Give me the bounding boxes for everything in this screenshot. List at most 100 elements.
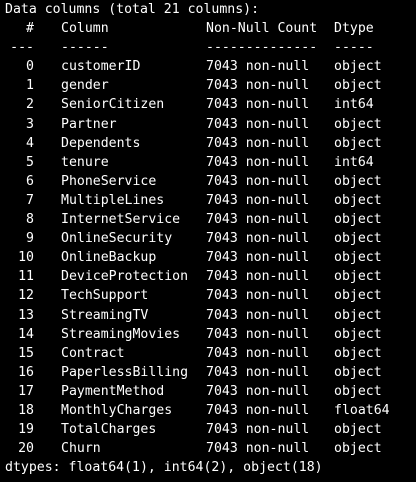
row-non-null-count: 7043 non-null [206, 231, 310, 247]
row-column-name: DeviceProtection [61, 269, 189, 285]
row-dtype: object [334, 212, 382, 228]
table-row: 17 PaymentMethod 7043 non-null object [5, 382, 416, 401]
table-row: 14 StreamingMovies 7043 non-null object [5, 325, 416, 344]
table-row: 13 StreamingTV 7043 non-null object [5, 306, 416, 325]
table-row: 2 SeniorCitizen 7043 non-null int64 [5, 95, 416, 114]
row-non-null-count: 7043 non-null [206, 326, 310, 342]
table-row: 16 PaperlessBilling 7043 non-null object [5, 363, 416, 382]
table-row: 9 OnlineSecurity 7043 non-null object [5, 229, 416, 248]
separator-non-null-count: -------------- [206, 40, 318, 56]
header-index: # [26, 21, 34, 37]
row-index: 1 [26, 78, 34, 94]
row-index: 10 [18, 250, 34, 266]
separator-dtype: ----- [334, 40, 374, 56]
table-separator-row: --- ------ -------------- ----- [5, 38, 416, 57]
row-index: 5 [26, 154, 34, 170]
row-dtype: object [334, 231, 382, 247]
row-index: 7 [26, 192, 34, 208]
row-non-null-count: 7043 non-null [206, 135, 310, 151]
row-non-null-count: 7043 non-null [206, 288, 310, 304]
header-column: Column [61, 21, 109, 37]
row-column-name: StreamingTV [61, 307, 149, 323]
row-column-name: OnlineSecurity [61, 231, 173, 247]
row-dtype: int64 [334, 97, 374, 113]
row-column-name: PhoneService [61, 173, 157, 189]
row-column-name: SeniorCitizen [61, 97, 165, 113]
row-non-null-count: 7043 non-null [206, 383, 310, 399]
table-row: 11 DeviceProtection 7043 non-null object [5, 267, 416, 286]
row-non-null-count: 7043 non-null [206, 269, 310, 285]
row-column-name: Partner [61, 116, 117, 132]
row-non-null-count: 7043 non-null [206, 345, 310, 361]
row-non-null-count: 7043 non-null [206, 250, 310, 266]
row-column-name: PaperlessBilling [61, 364, 189, 380]
row-dtype: object [334, 422, 382, 438]
row-index: 3 [26, 116, 34, 132]
row-non-null-count: 7043 non-null [206, 116, 310, 132]
terminal-output: Data columns (total 21 columns): # Colum… [0, 0, 416, 482]
row-dtype: object [334, 345, 382, 361]
row-index: 20 [18, 441, 34, 457]
row-dtype: object [334, 59, 382, 75]
row-non-null-count: 7043 non-null [206, 402, 310, 418]
row-dtype: object [334, 307, 382, 323]
table-header-row: # Column Non-Null Count Dtype [5, 19, 416, 38]
row-index: 6 [26, 173, 34, 189]
row-dtype: float64 [334, 402, 390, 418]
row-non-null-count: 7043 non-null [206, 173, 310, 189]
header-dtype: Dtype [334, 21, 374, 37]
dtypes-summary: dtypes: float64(1), int64(2), object(18) [5, 460, 323, 476]
table-row: 3 Partner 7043 non-null object [5, 115, 416, 134]
header-non-null-count: Non-Null Count [206, 21, 318, 37]
row-column-name: tenure [61, 154, 109, 170]
table-row: 6 PhoneService 7043 non-null object [5, 172, 416, 191]
row-dtype: object [334, 326, 382, 342]
table-row: 4 Dependents 7043 non-null object [5, 134, 416, 153]
columns-summary: Data columns (total 21 columns): [5, 2, 260, 17]
row-non-null-count: 7043 non-null [206, 441, 310, 457]
row-dtype: int64 [334, 154, 374, 170]
row-index: 16 [18, 364, 34, 380]
table-row: 10 OnlineBackup 7043 non-null object [5, 248, 416, 267]
row-dtype: object [334, 192, 382, 208]
row-dtype: object [334, 441, 382, 457]
row-index: 9 [26, 231, 34, 247]
row-dtype: object [334, 383, 382, 399]
row-index: 14 [18, 326, 34, 342]
row-index: 12 [18, 288, 34, 304]
row-index: 4 [26, 135, 34, 151]
table-row: 0 customerID 7043 non-null object [5, 57, 416, 76]
row-non-null-count: 7043 non-null [206, 59, 310, 75]
table-row: 19 TotalCharges 7043 non-null object [5, 420, 416, 439]
table-body: 0 customerID 7043 non-null object 1 gend… [5, 57, 416, 458]
row-non-null-count: 7043 non-null [206, 97, 310, 113]
row-column-name: MultipleLines [61, 192, 165, 208]
row-column-name: customerID [61, 59, 141, 75]
table-row: 15 Contract 7043 non-null object [5, 344, 416, 363]
table-row: 1 gender 7043 non-null object [5, 76, 416, 95]
row-dtype: object [334, 135, 382, 151]
row-index: 11 [18, 269, 34, 285]
row-index: 19 [18, 422, 34, 438]
row-dtype: object [334, 269, 382, 285]
row-non-null-count: 7043 non-null [206, 422, 310, 438]
separator-column: ------ [61, 40, 109, 56]
row-dtype: object [334, 78, 382, 94]
row-column-name: MonthlyCharges [61, 402, 173, 418]
row-non-null-count: 7043 non-null [206, 364, 310, 380]
row-dtype: object [334, 288, 382, 304]
row-column-name: gender [61, 78, 109, 94]
row-non-null-count: 7043 non-null [206, 154, 310, 170]
row-index: 0 [26, 59, 34, 75]
table-row: 12 TechSupport 7043 non-null object [5, 286, 416, 305]
row-non-null-count: 7043 non-null [206, 192, 310, 208]
row-column-name: Contract [61, 345, 125, 361]
table-row: 18 MonthlyCharges 7043 non-null float64 [5, 401, 416, 420]
row-column-name: InternetService [61, 212, 181, 228]
row-column-name: TechSupport [61, 288, 149, 304]
row-index: 15 [18, 345, 34, 361]
row-dtype: object [334, 173, 382, 189]
row-index: 18 [18, 402, 34, 418]
row-column-name: TotalCharges [61, 422, 157, 438]
row-index: 8 [26, 212, 34, 228]
